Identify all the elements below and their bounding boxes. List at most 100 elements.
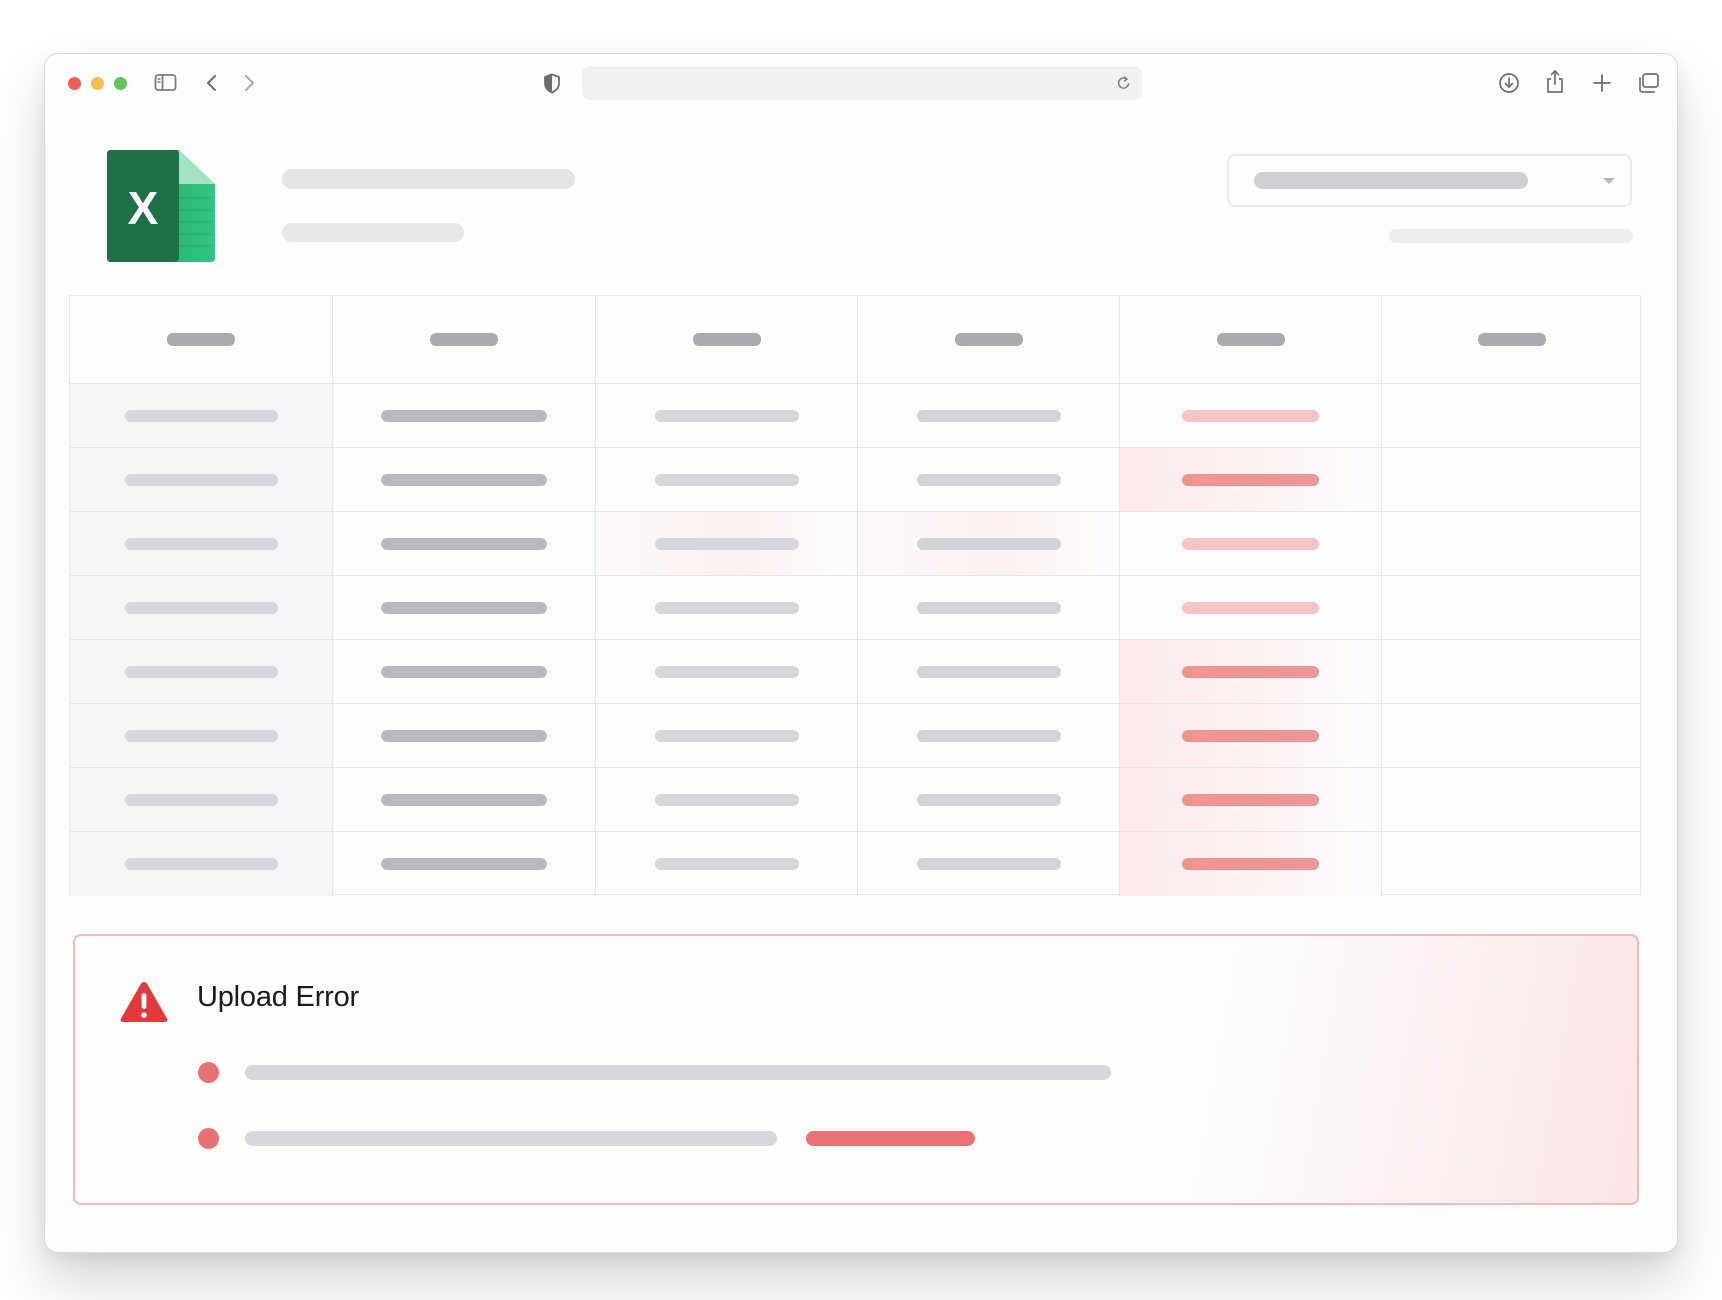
cell-placeholder [916,665,1061,678]
cell-placeholder [654,858,799,870]
error-cell-placeholder [1182,793,1319,806]
sidebar-toggle-icon[interactable] [154,73,178,93]
cell-placeholder [916,793,1061,806]
error-cell[interactable] [1120,384,1382,448]
upload-error-panel: Upload Error [73,934,1639,1205]
column-header[interactable] [1382,296,1642,384]
privacy-shield-icon[interactable] [543,73,561,94]
table-cell[interactable] [70,640,333,704]
table-cell[interactable] [333,768,596,832]
table-cell[interactable] [858,384,1120,448]
error-cell[interactable] [1120,640,1382,704]
cell-placeholder [654,409,799,422]
table-cell[interactable] [858,704,1120,768]
select-value-placeholder [1254,172,1528,189]
table-cell[interactable] [333,832,596,896]
table-cell[interactable] [858,576,1120,640]
cell-placeholder [654,537,799,550]
column-header[interactable] [858,296,1120,384]
chevron-down-icon [1603,178,1615,184]
zoom-window-button[interactable] [114,77,127,90]
table-cell[interactable] [596,832,858,896]
error-cell[interactable] [1120,512,1382,576]
cell-placeholder [916,473,1061,486]
table-cell[interactable] [1382,832,1642,896]
table-cell[interactable] [1382,704,1642,768]
address-bar[interactable] [582,66,1142,100]
table-cell[interactable] [1382,384,1642,448]
sheet-select-dropdown[interactable] [1227,154,1632,207]
table-cell[interactable] [596,576,858,640]
error-cell[interactable] [858,512,1120,576]
table-cell[interactable] [70,384,333,448]
cell-placeholder [654,601,799,614]
table-cell[interactable] [1382,448,1642,512]
error-cell-placeholder [1182,409,1319,422]
table-cell[interactable] [70,768,333,832]
table-cell[interactable] [70,512,333,576]
table-cell[interactable] [596,704,858,768]
cell-placeholder [654,729,799,742]
error-cell[interactable] [1120,448,1382,512]
header-label-placeholder [692,333,761,346]
table-cell[interactable] [70,704,333,768]
error-cell[interactable] [1120,576,1382,640]
table-cell[interactable] [333,704,596,768]
header-label-placeholder [1216,333,1285,346]
error-cell[interactable] [1120,704,1382,768]
cell-placeholder [381,601,547,614]
table-cell[interactable] [333,448,596,512]
cell-placeholder [654,473,799,486]
table-cell[interactable] [858,768,1120,832]
back-arrow-icon[interactable] [205,73,219,93]
table-cell[interactable] [333,512,596,576]
table-cell[interactable] [333,384,596,448]
warning-triangle-icon [120,982,168,1022]
error-cell[interactable] [596,512,858,576]
table-cell[interactable] [858,448,1120,512]
table-cell[interactable] [596,768,858,832]
share-icon[interactable] [1545,69,1565,95]
new-tab-icon[interactable] [1592,73,1612,93]
header-label-placeholder [1478,333,1546,346]
cell-placeholder [124,793,278,806]
table-cell[interactable] [596,384,858,448]
table-cell[interactable] [858,832,1120,896]
close-window-button[interactable] [68,77,81,90]
error-cell[interactable] [1120,832,1382,896]
cell-placeholder [916,409,1061,422]
cell-placeholder [381,473,547,486]
column-header[interactable] [596,296,858,384]
table-cell[interactable] [1382,768,1642,832]
cell-placeholder [381,858,547,870]
cell-placeholder [916,601,1061,614]
downloads-icon[interactable] [1498,72,1520,94]
cell-placeholder [381,409,547,422]
table-cell[interactable] [1382,576,1642,640]
error-cell-placeholder [1182,601,1319,614]
table-cell[interactable] [596,640,858,704]
tab-overview-icon[interactable] [1636,72,1660,94]
cell-placeholder [124,858,278,870]
reload-icon[interactable] [1116,75,1132,91]
table-cell[interactable] [1382,640,1642,704]
column-header[interactable] [333,296,596,384]
cell-placeholder [124,537,278,550]
table-cell[interactable] [1382,512,1642,576]
browser-toolbar [45,54,1677,114]
table-cell[interactable] [70,832,333,896]
file-name-placeholder [282,169,575,189]
column-header[interactable] [1120,296,1382,384]
error-cell[interactable] [1120,768,1382,832]
table-cell[interactable] [333,640,596,704]
table-cell[interactable] [70,448,333,512]
column-header[interactable] [70,296,333,384]
minimize-window-button[interactable] [91,77,104,90]
error-cell-placeholder [1182,729,1319,742]
spreadsheet-preview-table [69,295,1642,896]
table-cell[interactable] [333,576,596,640]
table-cell[interactable] [596,448,858,512]
forward-arrow-icon[interactable] [242,73,256,93]
table-cell[interactable] [858,640,1120,704]
table-cell[interactable] [70,576,333,640]
